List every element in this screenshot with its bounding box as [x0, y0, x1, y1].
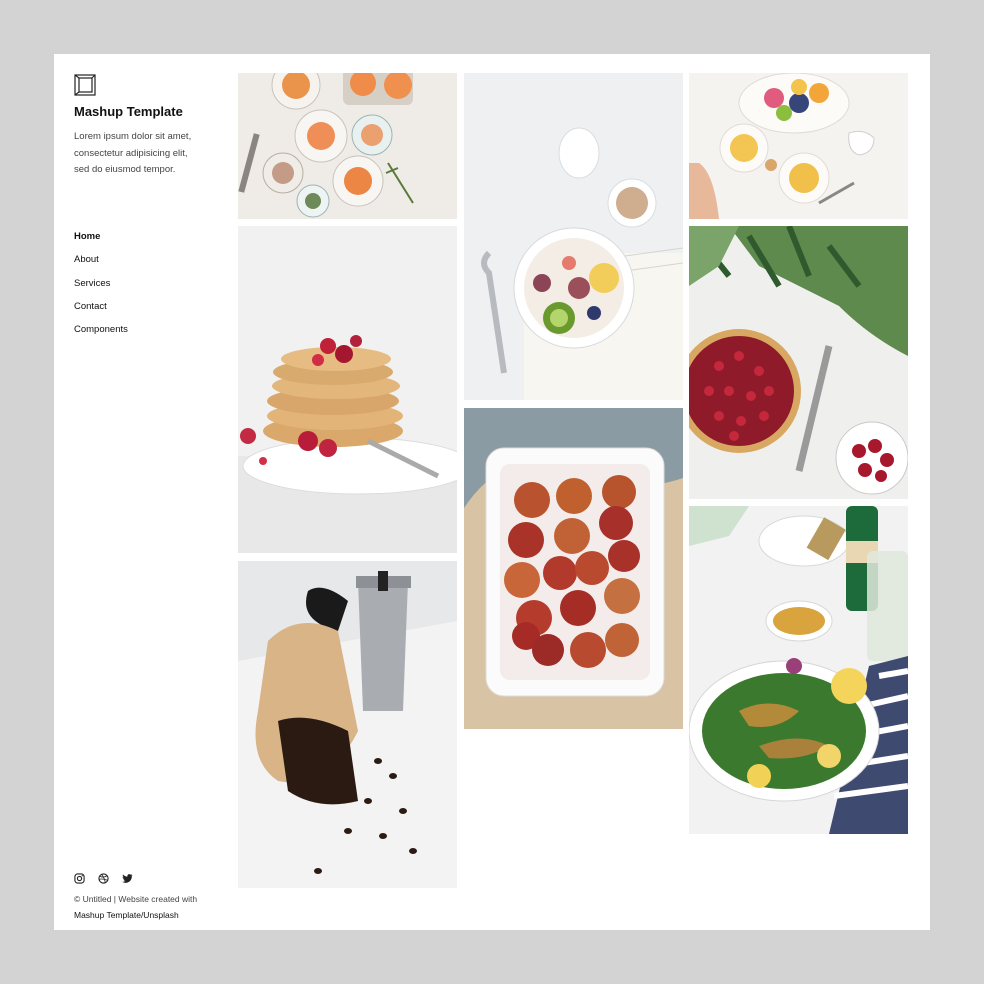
- nav-item-about[interactable]: About: [74, 254, 128, 277]
- gallery-photo-4[interactable]: [238, 226, 457, 553]
- footer-copyright: © Untitled | Website created with: [74, 894, 198, 904]
- tagline-line: Lorem ipsum dolor sit amet,: [74, 131, 192, 142]
- tagline-line: consectetur adipisicing elit,: [74, 147, 188, 159]
- nav-item-components[interactable]: Components: [74, 324, 128, 347]
- footer-credit-link[interactable]: Mashup Template/Unsplash: [74, 907, 197, 923]
- gallery-photo-6[interactable]: [689, 226, 908, 499]
- nav-item-services[interactable]: Services: [74, 278, 128, 301]
- gallery-photo-8[interactable]: [689, 506, 908, 834]
- site-title[interactable]: Mashup Template: [74, 104, 183, 119]
- nav-item-contact[interactable]: Contact: [74, 301, 128, 324]
- nav-item-home[interactable]: Home: [74, 231, 128, 254]
- dribbble-icon[interactable]: [98, 871, 109, 884]
- gallery-photo-3[interactable]: [689, 73, 908, 219]
- main-nav: Home About Services Contact Components: [74, 231, 128, 347]
- logo-icon[interactable]: [74, 74, 96, 96]
- social-links: [74, 871, 133, 884]
- instagram-icon[interactable]: [74, 871, 85, 884]
- tagline-line: sed do eiusmod tempor.: [74, 164, 176, 175]
- gallery-photo-1[interactable]: [238, 73, 457, 219]
- gallery-photo-5[interactable]: [464, 408, 683, 729]
- page-container: Mashup Template Lorem ipsum dolor sit am…: [54, 54, 930, 930]
- twitter-icon[interactable]: [122, 871, 133, 883]
- sidebar: Mashup Template Lorem ipsum dolor sit am…: [74, 74, 224, 920]
- gallery-photo-7[interactable]: [238, 561, 457, 888]
- site-tagline: Lorem ipsum dolor sit amet, consectetur …: [74, 129, 214, 179]
- gallery-photo-2[interactable]: [464, 73, 683, 400]
- footer: © Untitled | Website created with Mashup…: [74, 891, 197, 923]
